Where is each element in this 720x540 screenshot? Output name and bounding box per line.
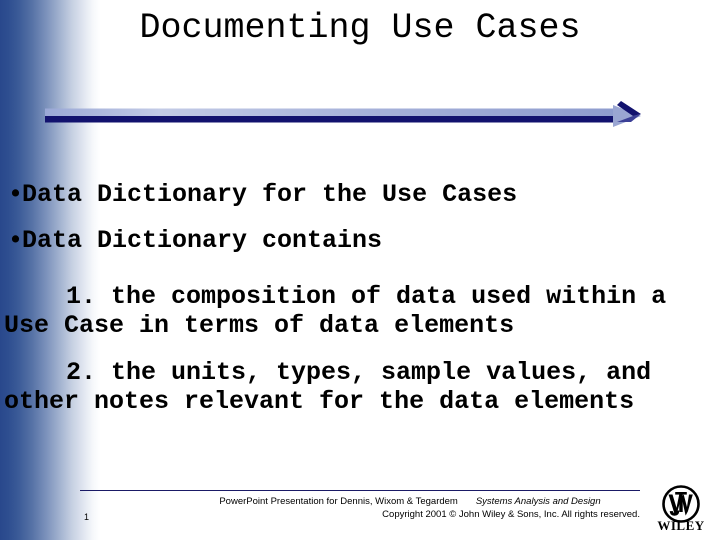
bullet-item-1: •Data Dictionary contains (0, 218, 700, 264)
bullet-dot-icon: • (8, 180, 24, 209)
bullet-item-1-label: Data Dictionary contains (22, 226, 383, 255)
footer-credit: PowerPoint Presentation for Dennis, Wixo… (219, 496, 458, 507)
footer-divider (80, 490, 640, 491)
slide-canvas: Documenting Use Cases •Data Dictionary f… (0, 0, 720, 540)
right-arrow-divider-icon (45, 101, 641, 127)
footer-copyright-row: Copyright 2001 © John Wiley & Sons, Inc.… (180, 508, 640, 521)
numbered-item-1: 1. the composition of data used within a… (4, 282, 667, 340)
footer-book-title: Systems Analysis and Design (475, 496, 601, 507)
footer-credit-row: PowerPoint Presentation for Dennis, Wixo… (180, 495, 640, 508)
bullet-item-0: •Data Dictionary for the Use Cases (0, 172, 700, 218)
wiley-logo-wordmark: WILEY (657, 518, 705, 533)
page-title: Documenting Use Cases (139, 8, 581, 48)
footer-copyright: Copyright 2001 © John Wiley & Sons, Inc.… (382, 509, 640, 520)
page-number: 1 (84, 512, 90, 522)
bullet-dot-icon: • (8, 226, 24, 255)
bullet-item-0-label: Data Dictionary for the Use Cases (22, 180, 518, 209)
slide-body: •Data Dictionary for the Use Cases •Data… (0, 172, 700, 416)
footer-text: PowerPoint Presentation for Dennis, Wixo… (180, 495, 640, 521)
numbered-item-2: 2. the units, types, sample values, and … (4, 358, 652, 416)
